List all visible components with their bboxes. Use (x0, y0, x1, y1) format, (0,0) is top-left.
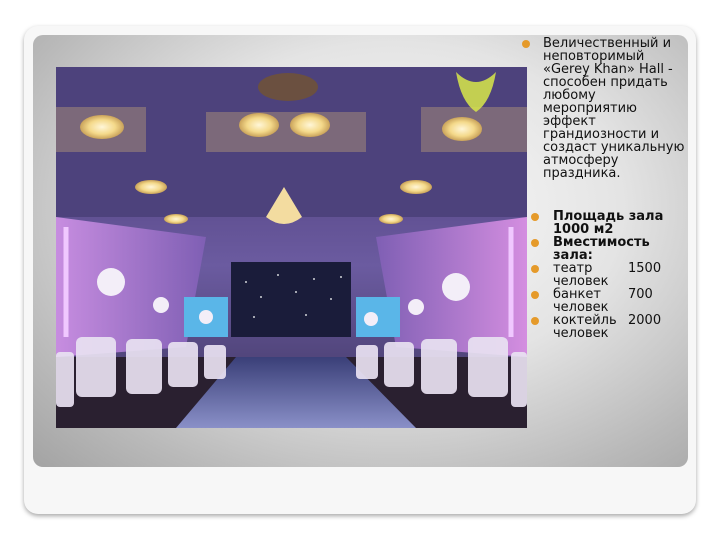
bullet-icon (531, 265, 539, 273)
bullet-icon (531, 317, 539, 325)
list-item-capacity: театр 1500 человек (522, 262, 690, 288)
banquet-hall-photo (56, 67, 527, 428)
bullet-list: Величественный и неповторимый «Gerey Kha… (522, 37, 690, 340)
description-text: Величественный и неповторимый «Gerey Kha… (543, 36, 685, 181)
list-item-area: Площадь зала 1000 м2 (522, 210, 690, 236)
list-item-description: Величественный и неповторимый «Gerey Kha… (522, 37, 690, 180)
capacity-heading-text: Вместимость зала: (553, 235, 650, 263)
bullet-icon (531, 291, 539, 299)
area-text: Площадь зала 1000 м2 (553, 209, 664, 237)
bullet-icon (531, 213, 539, 221)
list-item-capacity: банкет 700 человек (522, 288, 690, 314)
bullet-icon (522, 40, 530, 48)
list-item-capacity-heading: Вместимость зала: (522, 236, 690, 262)
list-item-capacity: коктейль 2000 человек (522, 314, 690, 340)
bullet-icon (531, 239, 539, 247)
